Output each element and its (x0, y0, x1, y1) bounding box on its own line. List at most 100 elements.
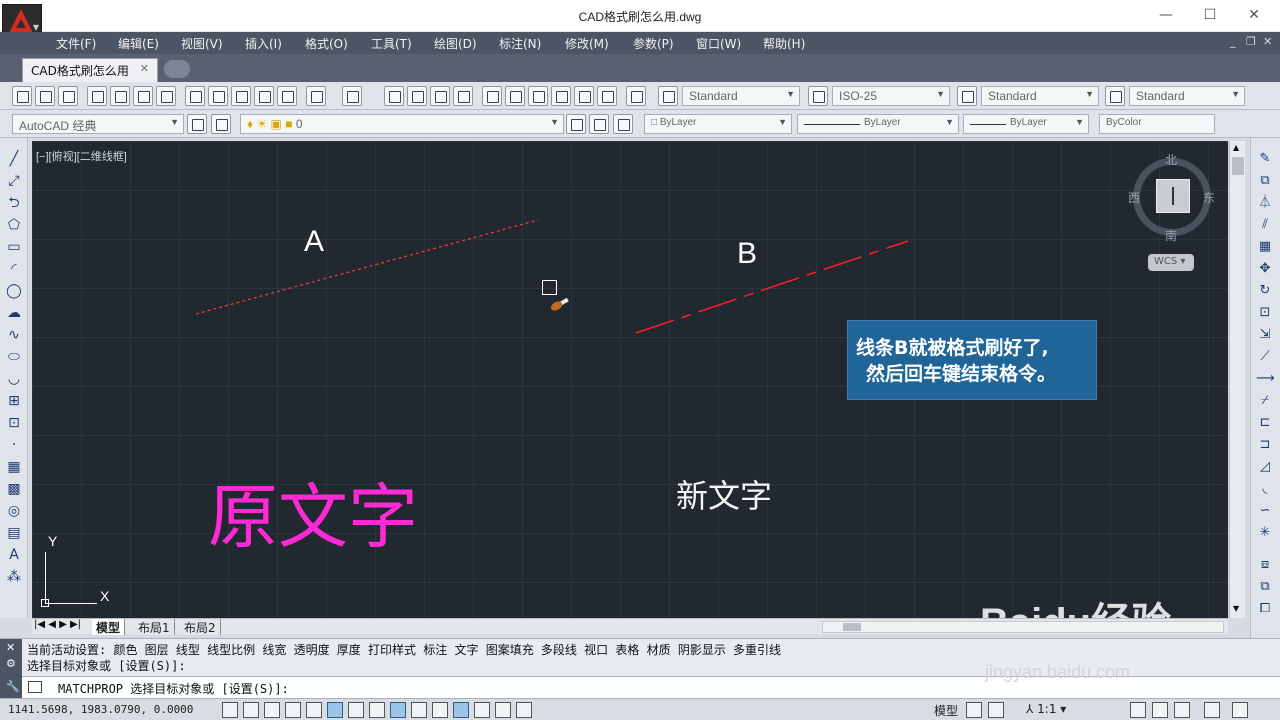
rotate-icon[interactable]: ↻ (1256, 282, 1274, 300)
line-icon[interactable]: ╱ (5, 150, 23, 168)
new-tab-button[interactable] (164, 60, 190, 78)
spline-icon[interactable]: ∿ (5, 326, 23, 344)
point-icon[interactable]: · (5, 436, 23, 454)
snap-mode-icon[interactable] (243, 702, 259, 718)
menu-dimension[interactable]: 标注(N) (499, 35, 541, 52)
menu-format[interactable]: 格式(O) (305, 35, 348, 52)
blend-curves-icon[interactable]: ∽ (1256, 502, 1274, 520)
3d-print-icon[interactable] (156, 86, 176, 106)
add-selected-icon[interactable]: ⁂ (5, 568, 23, 586)
gradient-icon[interactable]: ▩ (5, 480, 23, 498)
workspace-switching-icon[interactable] (1130, 702, 1146, 718)
menu-file[interactable]: 文件(F) (56, 35, 96, 52)
menu-tools[interactable]: 工具(T) (371, 35, 412, 52)
new-text[interactable]: 新文字 (676, 471, 772, 517)
stretch-icon[interactable]: ⇲ (1256, 326, 1274, 344)
revision-cloud-icon[interactable]: ☁ (5, 304, 23, 322)
plotstyle-select[interactable]: ByColor (1099, 114, 1215, 134)
doc-minimize-button[interactable]: _ (1230, 35, 1236, 48)
horizontal-scroll-thumb[interactable] (843, 623, 861, 631)
workspace-select[interactable]: AutoCAD 经典 ▼ (12, 114, 184, 134)
arc-icon[interactable]: ◜ (5, 260, 23, 278)
maximize-button[interactable]: ☐ (1192, 4, 1228, 26)
plot-preview-icon[interactable] (110, 86, 130, 106)
menu-draw[interactable]: 绘图(D) (434, 35, 477, 52)
wrench-icon[interactable]: 🔧 (6, 680, 20, 693)
insert-block-icon[interactable]: ⊞ (5, 392, 23, 410)
array-icon[interactable]: ▦ (1256, 238, 1274, 256)
menu-parametric[interactable]: 参数(P) (633, 35, 674, 52)
object-snap-icon[interactable] (327, 702, 343, 718)
scroll-up-icon[interactable]: ▲ (1233, 143, 1239, 152)
quick-view-drawings-icon[interactable] (988, 702, 1004, 718)
trim-icon[interactable]: ⟋ (1256, 348, 1274, 366)
customize-icon[interactable]: ⚙ (6, 657, 16, 670)
copy-icon[interactable] (208, 86, 228, 106)
menu-insert[interactable]: 插入(I) (245, 35, 282, 52)
copy-object-icon[interactable]: ⧉ (1256, 172, 1274, 190)
ellipse-icon[interactable]: ⬭ (5, 348, 23, 366)
linetype-select[interactable]: ByLayer ▼ (797, 114, 959, 134)
polyline-icon[interactable]: ⮌ (5, 194, 23, 212)
ortho-mode-icon[interactable] (285, 702, 301, 718)
bring-front-icon[interactable]: ⧉ (1256, 578, 1274, 596)
color-select[interactable]: □ ByLayer ▼ (644, 114, 792, 134)
command-prompt-icon[interactable] (28, 681, 42, 693)
close-button[interactable]: ✕ (1236, 4, 1272, 26)
annotation-scale[interactable]: ⅄ 1:1 ▾ (1026, 702, 1066, 716)
vertical-scrollbar[interactable]: ▲ ▼ (1229, 141, 1245, 618)
file-tab[interactable]: CAD格式刷怎么用 ✕ (22, 58, 158, 82)
make-current-layer-icon[interactable] (566, 114, 586, 134)
region-icon[interactable]: ◎ (5, 502, 23, 520)
compass-east[interactable]: 东 (1203, 189, 1215, 206)
send-back-icon[interactable]: ⧠ (1256, 600, 1274, 618)
help-icon[interactable] (626, 86, 646, 106)
move-icon[interactable]: ✥ (1256, 260, 1274, 278)
compass-south[interactable]: 南 (1165, 227, 1177, 244)
transparency-icon[interactable] (453, 702, 469, 718)
quickcalc-icon[interactable] (597, 86, 617, 106)
match-properties-icon[interactable] (254, 86, 274, 106)
clean-screen-icon[interactable] (1232, 702, 1248, 718)
circle-icon[interactable]: ◯ (5, 282, 23, 300)
tab-model[interactable]: 模型 (92, 619, 126, 635)
close-command-icon[interactable]: ✕ (6, 641, 15, 654)
original-text[interactable]: 原文字 (208, 461, 418, 562)
text-style-icon[interactable] (658, 86, 678, 106)
drawing-viewport[interactable]: [−][俯视][二维线框] A B 原文字 新文字 线条B就被格式刷好了, 然后… (32, 141, 1228, 618)
mirror-icon[interactable]: ⏃ (1256, 194, 1274, 212)
join-icon[interactable]: ⊐ (1256, 436, 1274, 454)
dynamic-ucs-icon[interactable] (390, 702, 406, 718)
wcs-menu[interactable]: WCS ▾ (1148, 254, 1194, 271)
dynamic-input-icon[interactable] (411, 702, 427, 718)
menu-window[interactable]: 窗口(W) (696, 35, 741, 52)
construction-line-icon[interactable]: ⤢ (5, 172, 23, 190)
cut-icon[interactable] (185, 86, 205, 106)
publish-icon[interactable] (133, 86, 153, 106)
scroll-down-icon[interactable]: ▼ (1233, 604, 1239, 613)
text-style-select[interactable]: Standard ▼ (682, 86, 800, 106)
minimize-button[interactable]: — (1148, 4, 1184, 26)
isolate-objects-icon[interactable] (1174, 702, 1190, 718)
coordinate-readout[interactable]: 1141.5698, 1983.0790, 0.0000 (8, 703, 193, 716)
tab-layout2[interactable]: 布局2 (180, 619, 221, 635)
selection-cycling-icon[interactable] (495, 702, 511, 718)
table-style-icon[interactable] (957, 86, 977, 106)
quick-properties-icon[interactable] (474, 702, 490, 718)
plot-icon[interactable] (87, 86, 107, 106)
tool-palettes-icon[interactable] (528, 86, 548, 106)
table-style-select[interactable]: Standard ▼ (981, 86, 1099, 106)
zoom-realtime-icon[interactable] (407, 86, 427, 106)
3d-osnap-icon[interactable] (348, 702, 364, 718)
doc-close-button[interactable]: ✕ (1263, 35, 1272, 48)
lineweight-select[interactable]: ByLayer ▼ (963, 114, 1089, 134)
ellipse-arc-icon[interactable]: ◡ (5, 370, 23, 388)
annotation-monitor-icon[interactable] (516, 702, 532, 718)
save-icon[interactable] (58, 86, 78, 106)
rectangle-icon[interactable]: ▭ (5, 238, 23, 256)
doc-restore-button[interactable]: ❐ (1246, 35, 1256, 48)
mleader-style-select[interactable]: Standard ▼ (1129, 86, 1245, 106)
draw-order-icon[interactable]: ⧈ (1256, 556, 1274, 574)
break-icon[interactable]: ⊏ (1256, 414, 1274, 432)
redo-icon[interactable] (342, 86, 362, 106)
